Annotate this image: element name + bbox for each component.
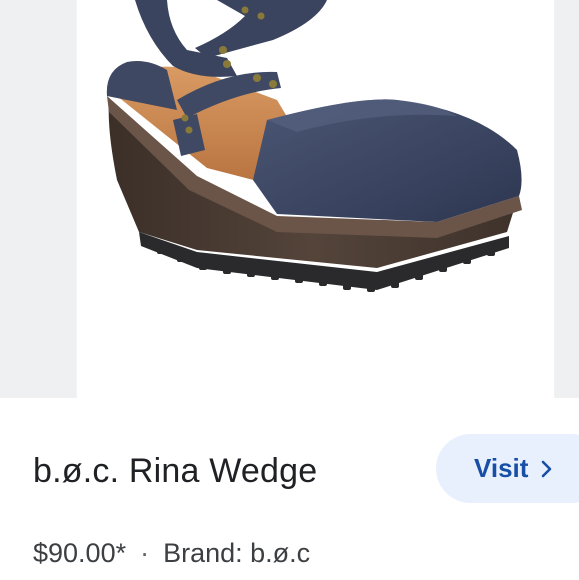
product-card: b.ø.c. Rina Wedge Visit $90.00* · Brand:… (0, 0, 579, 580)
chevron-right-icon (540, 460, 554, 478)
previous-image-thumbnail[interactable] (0, 0, 76, 398)
product-meta: $90.00* · Brand: b.ø.c (33, 538, 310, 569)
price: $90.00* (33, 538, 127, 568)
image-carousel[interactable] (0, 0, 579, 398)
product-image[interactable] (77, 0, 554, 398)
shoe-illustration (106, 0, 522, 292)
visit-button[interactable]: Visit (436, 434, 579, 503)
brand-label: Brand: b.ø.c (163, 538, 311, 568)
separator-dot: · (140, 538, 150, 568)
product-title[interactable]: b.ø.c. Rina Wedge (33, 452, 317, 491)
next-image-thumbnail[interactable] (555, 0, 579, 398)
visit-button-label: Visit (474, 453, 529, 483)
